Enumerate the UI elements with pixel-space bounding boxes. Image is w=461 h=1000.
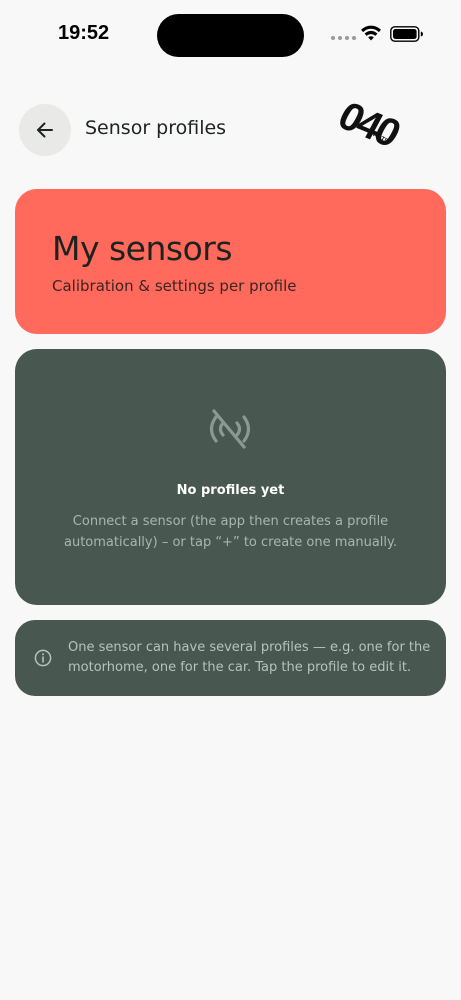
info-icon bbox=[34, 649, 52, 667]
hero-subtitle: Calibration & settings per profile bbox=[52, 277, 297, 295]
info-card: One sensor can have several profiles — e… bbox=[15, 620, 446, 696]
wifi-icon bbox=[361, 25, 381, 41]
empty-state-description: Connect a sensor (the app then creates a… bbox=[63, 514, 397, 550]
hero-title: My sensors bbox=[52, 229, 233, 268]
cellular-signal-icon bbox=[331, 36, 356, 40]
brand-logo: 040 PARTS bbox=[336, 94, 407, 155]
hero-card: My sensors Calibration & settings per pr… bbox=[15, 189, 446, 334]
back-button[interactable] bbox=[19, 104, 71, 156]
info-text: One sensor can have several profiles — e… bbox=[68, 640, 431, 675]
empty-state-card: No profiles yet Connect a sensor (the ap… bbox=[15, 349, 446, 605]
status-bar: 19:52 bbox=[0, 0, 461, 70]
arrow-left-icon bbox=[37, 122, 53, 138]
empty-state-title: No profiles yet bbox=[176, 483, 285, 498]
page-title: Sensor profiles bbox=[85, 117, 227, 139]
dynamic-island bbox=[157, 14, 304, 57]
status-time: 19:52 bbox=[58, 22, 110, 44]
svg-text:040: 040 bbox=[336, 94, 407, 155]
battery-icon bbox=[390, 26, 423, 42]
sensor-off-icon bbox=[209, 409, 251, 449]
